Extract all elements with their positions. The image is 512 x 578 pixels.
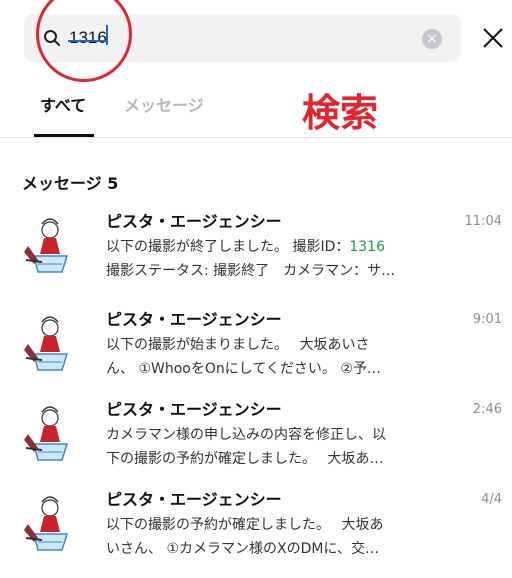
message-preview-line2: 撮影ステータス: 撮影終了 カメラマン：サ… [106,263,396,279]
message-row[interactable]: ピスタ・エージェンシー 4/4 以下の撮影の予約が確定しました。 大坂あ いさん… [0,488,512,578]
message-preview-line2: 下の撮影の予約が確定しました。 大坂あ… [106,451,384,467]
tab-all[interactable]: すべて [40,92,86,116]
message-preview-line1: 以下の撮影の予約が確定しました。 大坂あ [106,517,384,533]
character-avatar [24,406,69,461]
message-time: 11:04 [464,214,502,229]
sender-name: ピスタ・エージェンシー [106,212,282,231]
annotation-circle [36,0,132,82]
message-row[interactable]: ピスタ・エージェンシー 2:46 カメラマン様の申し込みの内容を修正し、以 下の… [0,398,512,488]
character-avatar [24,496,69,551]
message-time: 2:46 [472,402,502,417]
message-preview-line1: 以下の撮影が終了しました。 撮影ID：1316 [106,236,385,256]
character-avatar [24,316,69,371]
preview-text: 以下の撮影が終了しました。 撮影ID： [106,239,350,255]
sender-name: ピスタ・エージェンシー [106,400,282,419]
search-highlight: 1316 [349,239,385,255]
message-preview-line2: ん、 ①WhooをOnにしてください。 ②予… [106,361,381,377]
message-time: 9:01 [472,312,502,327]
section-title: メッセージ 5 [22,174,119,193]
message-preview-line1: カメラマン様の申し込みの内容を修正し、以 [106,427,386,443]
sender-name: ピスタ・エージェンシー [106,490,282,509]
message-time: 4/4 [481,492,502,507]
close-icon[interactable] [481,26,505,50]
character-avatar [24,218,69,273]
clear-icon[interactable]: × [422,29,442,49]
message-row[interactable]: ピスタ・エージェンシー 9:01 以下の撮影が始まりました。 大坂あいさ ん、 … [0,308,512,398]
message-preview-line2: いさん、 ①カメラマン様のXのDMに、交… [106,541,380,557]
annotation-label: 検索 [302,91,379,135]
message-preview-line1: 以下の撮影が始まりました。 大坂あいさ [106,337,370,353]
divider [0,137,512,138]
sender-name: ピスタ・エージェンシー [106,310,282,329]
tab-messages[interactable]: メッセージ [124,92,204,116]
message-row[interactable]: ピスタ・エージェンシー 11:04 以下の撮影が終了しました。 撮影ID：131… [0,210,512,300]
